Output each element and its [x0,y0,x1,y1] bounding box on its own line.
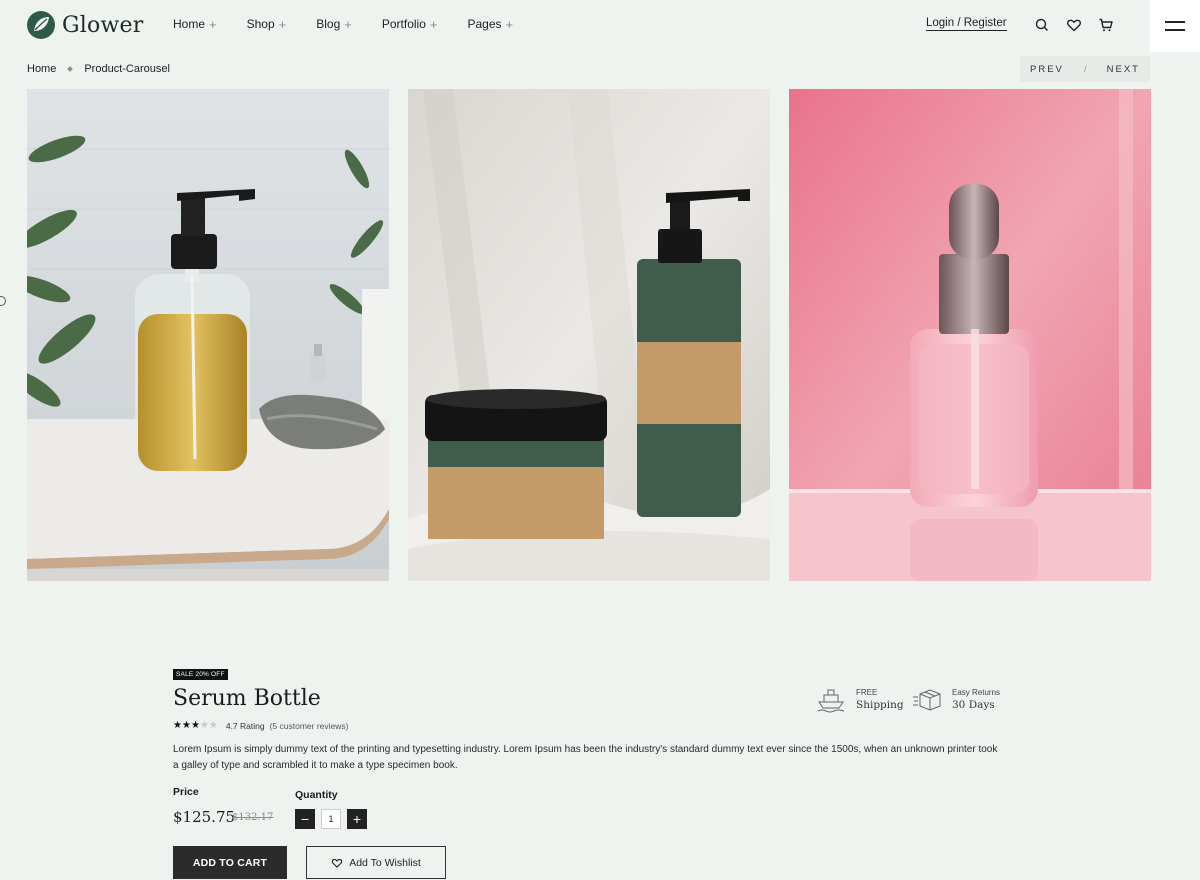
sale-badge: SALE 20% OFF [173,669,228,680]
nav-item-label: Shop [246,17,275,31]
feature-easy-returns: Easy Returns 30 Days [912,684,1000,714]
plus-icon: + [209,16,217,32]
breadcrumb: Home Product-Carousel [27,63,170,75]
nav-item-label: Blog [316,17,341,31]
breadcrumb-separator [67,66,74,72]
pump-bottle-image [27,89,389,581]
star-empty-icon: ★ [199,720,209,731]
feature-big-text: 30 Days [952,698,995,711]
carousel-nav: PREV / NEXT [1020,56,1150,82]
plus-icon: + [278,16,287,32]
nav-item-label: Home [173,17,206,31]
breadcrumb-home[interactable]: Home [27,63,56,75]
star-empty-icon: ★ [208,720,218,731]
feature-small-text: FREE [856,687,878,697]
quantity-increase-button[interactable]: + [347,809,367,829]
login-register-link[interactable]: Login / Register [926,17,1007,31]
nav-item-portfolio[interactable]: Portfolio + [382,17,438,31]
feature-big-text: Shipping [856,698,904,711]
quantity-decrease-button[interactable]: − [295,809,315,829]
add-to-wishlist-button[interactable]: Add To Wishlist [306,846,446,879]
nav-item-label: Pages [467,17,502,31]
star-filled-icon: ★ [173,720,182,731]
site-header: Glower Home + Shop + Blog + Portfolio + … [0,0,1200,52]
quantity-label: Quantity [295,789,338,801]
star-filled-icon: ★ [190,720,200,731]
nav-item-label: Portfolio [381,17,426,31]
plus-icon: + [429,16,438,32]
rating-row: ★★★★★ 4.7 Rating (5 customer reviews) [173,720,348,731]
menu-icon [1165,21,1185,31]
price-label: Price [173,786,199,798]
product-image-3[interactable] [789,89,1151,581]
logo-leaf-icon [27,11,55,39]
nav-item-blog[interactable]: Blog + [316,17,352,31]
old-price: $132.17 [232,812,274,823]
product-image-2[interactable] [408,89,770,581]
nav-item-shop[interactable]: Shop + [247,17,287,31]
plus-icon: + [505,16,514,32]
breadcrumb-current: Product-Carousel [84,63,170,75]
carousel-next-button[interactable]: NEXT [1107,64,1140,75]
side-scroll-icon[interactable] [0,296,6,306]
add-to-cart-button[interactable]: ADD TO CART [173,846,287,879]
nav-item-pages[interactable]: Pages + [467,17,513,31]
carousel-nav-separator: / [1083,63,1087,75]
green-bottle-jar-image [408,89,770,581]
heart-icon [331,858,343,868]
heart-icon[interactable] [1066,17,1082,33]
menu-button[interactable] [1150,0,1200,52]
rating-stars: ★★★★★ [173,720,218,731]
wishlist-label: Add To Wishlist [349,856,421,869]
rating-text: 4.7 Rating [225,720,265,731]
current-price: $125.75 [173,808,236,826]
reviews-link[interactable]: (5 customer reviews) [270,721,349,731]
feature-free-shipping: FREE Shipping [816,684,904,714]
product-image-1[interactable] [27,89,389,581]
feature-small-text: Easy Returns [952,687,1001,697]
plus-icon: + [344,16,352,32]
product-description: Lorem Ipsum is simply dummy text of the … [173,744,998,771]
logo[interactable]: Glower [26,10,143,40]
brand-name: Glower [62,12,144,38]
star-filled-icon: ★ [181,720,191,731]
quantity-stepper: − 1 + [295,809,367,829]
main-nav: Home + Shop + Blog + Portfolio + Pages + [173,17,543,31]
product-title: Serum Bottle [173,686,321,711]
cart-icon[interactable] [1098,17,1114,33]
quantity-input[interactable]: 1 [321,809,341,829]
nav-item-home[interactable]: Home + [173,17,217,31]
box-icon [913,689,941,711]
ship-icon [817,689,845,713]
pink-serum-image [789,89,1151,581]
carousel-prev-button[interactable]: PREV [1030,64,1064,75]
search-icon[interactable] [1034,17,1050,33]
